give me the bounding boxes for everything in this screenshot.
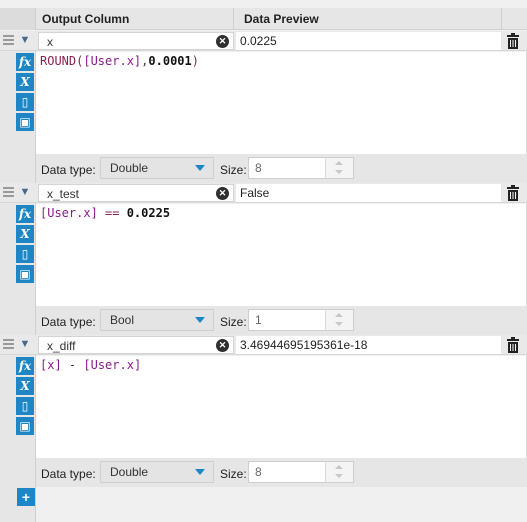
size-value: 8 xyxy=(255,465,262,479)
type-settings: Data type: Bool Size: 1 xyxy=(36,306,527,335)
data-type-select[interactable]: Double xyxy=(100,461,214,483)
data-preview-value: 0.0225 xyxy=(236,32,501,50)
size-label: Size: xyxy=(220,315,247,329)
expression-function: ROUND( xyxy=(40,54,84,68)
fx-icon[interactable]: fx xyxy=(16,53,34,71)
data-preview-header[interactable]: Data Preview xyxy=(234,8,502,30)
save-icon[interactable]: ▣ xyxy=(16,417,34,435)
size-stepper[interactable] xyxy=(325,310,353,330)
output-column-name-field[interactable]: x_diff ✕ xyxy=(38,336,234,354)
size-stepper[interactable] xyxy=(325,462,353,482)
type-settings: Data type: Double Size: 8 xyxy=(36,154,527,183)
data-type-value: Bool xyxy=(110,313,135,327)
caret-down-icon xyxy=(195,317,205,323)
clear-icon[interactable]: ✕ xyxy=(216,35,229,48)
expression-text: ROUND([User.x],0.0001) xyxy=(40,54,199,68)
data-type-select[interactable]: Bool xyxy=(100,309,214,331)
data-type-select[interactable]: Double xyxy=(100,157,214,179)
expression-field: [User.x] xyxy=(83,54,142,68)
chevron-down-icon[interactable]: ▼ xyxy=(18,33,32,47)
expression-tools: fx X ▯ ▣ xyxy=(16,53,34,133)
folder-open-icon[interactable]: ▯ xyxy=(16,397,34,415)
header-spacer xyxy=(502,8,527,30)
expression-text: [x] - [User.x] xyxy=(40,358,141,372)
folder-open-icon[interactable]: ▯ xyxy=(16,245,34,263)
output-column-name-field[interactable]: x ✕ xyxy=(38,32,234,50)
expression-editor[interactable]: ROUND([User.x],0.0001) xyxy=(36,52,527,154)
size-label: Size: xyxy=(220,467,247,481)
chevron-down-icon[interactable]: ▼ xyxy=(18,185,32,199)
data-type-value: Double xyxy=(110,465,149,479)
formula-row: ▼ x_test ✕ False fx X ▯ ▣ [User.x] == 0.… xyxy=(0,183,527,335)
trash-icon[interactable] xyxy=(504,337,522,353)
row-header: ▼ x ✕ 0.0225 xyxy=(0,31,527,51)
row-header: ▼ x_test ✕ False xyxy=(0,183,527,203)
size-label: Size: xyxy=(220,163,247,177)
output-column-name: x_diff xyxy=(47,339,76,353)
chevron-down-icon[interactable]: ▼ xyxy=(18,337,32,351)
fx-icon[interactable]: fx xyxy=(16,357,34,375)
drag-handle-icon[interactable] xyxy=(3,35,14,47)
plus-icon[interactable]: + xyxy=(17,488,35,506)
data-type-value: Double xyxy=(110,161,149,175)
expression-operator: - xyxy=(61,358,84,372)
clear-icon[interactable]: ✕ xyxy=(216,339,229,352)
expression-field-left: [x] xyxy=(40,358,62,372)
output-column-name-field[interactable]: x_test ✕ xyxy=(38,184,234,202)
fx-icon[interactable]: fx xyxy=(16,205,34,223)
output-column-name: x xyxy=(47,35,53,49)
trash-icon[interactable] xyxy=(504,33,522,49)
expression-tools: fx X ▯ ▣ xyxy=(16,205,34,285)
expression-number: 0.0225 xyxy=(126,206,171,220)
output-column-name: x_test xyxy=(47,187,80,201)
size-field[interactable]: 1 xyxy=(248,309,354,331)
data-type-label: Data type: xyxy=(41,163,96,177)
expression-text: [User.x] == 0.0225 xyxy=(40,206,170,220)
variable-x-icon[interactable]: X xyxy=(16,225,34,243)
size-value: 1 xyxy=(255,313,262,327)
caret-down-icon xyxy=(195,165,205,171)
expression-tools: fx X ▯ ▣ xyxy=(16,357,34,437)
expression-close: ) xyxy=(191,54,199,68)
size-stepper[interactable] xyxy=(325,158,353,178)
size-field[interactable]: 8 xyxy=(248,461,354,483)
expression-field: [User.x] xyxy=(83,358,142,372)
drag-handle-icon[interactable] xyxy=(3,187,14,199)
data-preview-value: 3.46944695195361e-18 xyxy=(236,336,501,354)
drag-handle-icon[interactable] xyxy=(3,339,14,351)
data-preview-value: False xyxy=(236,184,501,202)
output-column-header[interactable]: Output Column xyxy=(36,8,234,30)
formula-tool-panel: Output Column Data Preview ▼ x ✕ 0.0225 xyxy=(0,0,527,522)
expression-editor[interactable]: [User.x] == 0.0225 xyxy=(36,204,527,306)
expression-field: [User.x] xyxy=(40,206,98,220)
column-header: Output Column Data Preview xyxy=(0,8,527,30)
row-header: ▼ x_diff ✕ 3.46944695195361e-18 xyxy=(0,335,527,355)
variable-x-icon[interactable]: X xyxy=(16,73,34,91)
formula-row: ▼ x_diff ✕ 3.46944695195361e-18 fx X ▯ ▣… xyxy=(0,335,527,487)
size-value: 8 xyxy=(255,161,262,175)
data-type-label: Data type: xyxy=(41,315,96,329)
type-settings: Data type: Double Size: 8 xyxy=(36,458,527,487)
formula-row: ▼ x ✕ 0.0225 fx X ▯ ▣ ROUND([User.x],0.0… xyxy=(0,31,527,183)
caret-down-icon xyxy=(195,469,205,475)
expression-operator: == xyxy=(97,206,127,220)
save-icon[interactable]: ▣ xyxy=(16,265,34,283)
variable-x-icon[interactable]: X xyxy=(16,377,34,395)
expression-editor[interactable]: [x] - [User.x] xyxy=(36,356,527,458)
trash-icon[interactable] xyxy=(504,185,522,201)
expression-number: 0.0001 xyxy=(148,54,192,68)
save-icon[interactable]: ▣ xyxy=(16,113,34,131)
data-type-label: Data type: xyxy=(41,467,96,481)
clear-icon[interactable]: ✕ xyxy=(216,187,229,200)
folder-open-icon[interactable]: ▯ xyxy=(16,93,34,111)
size-field[interactable]: 8 xyxy=(248,157,354,179)
header-gutter xyxy=(0,8,36,30)
